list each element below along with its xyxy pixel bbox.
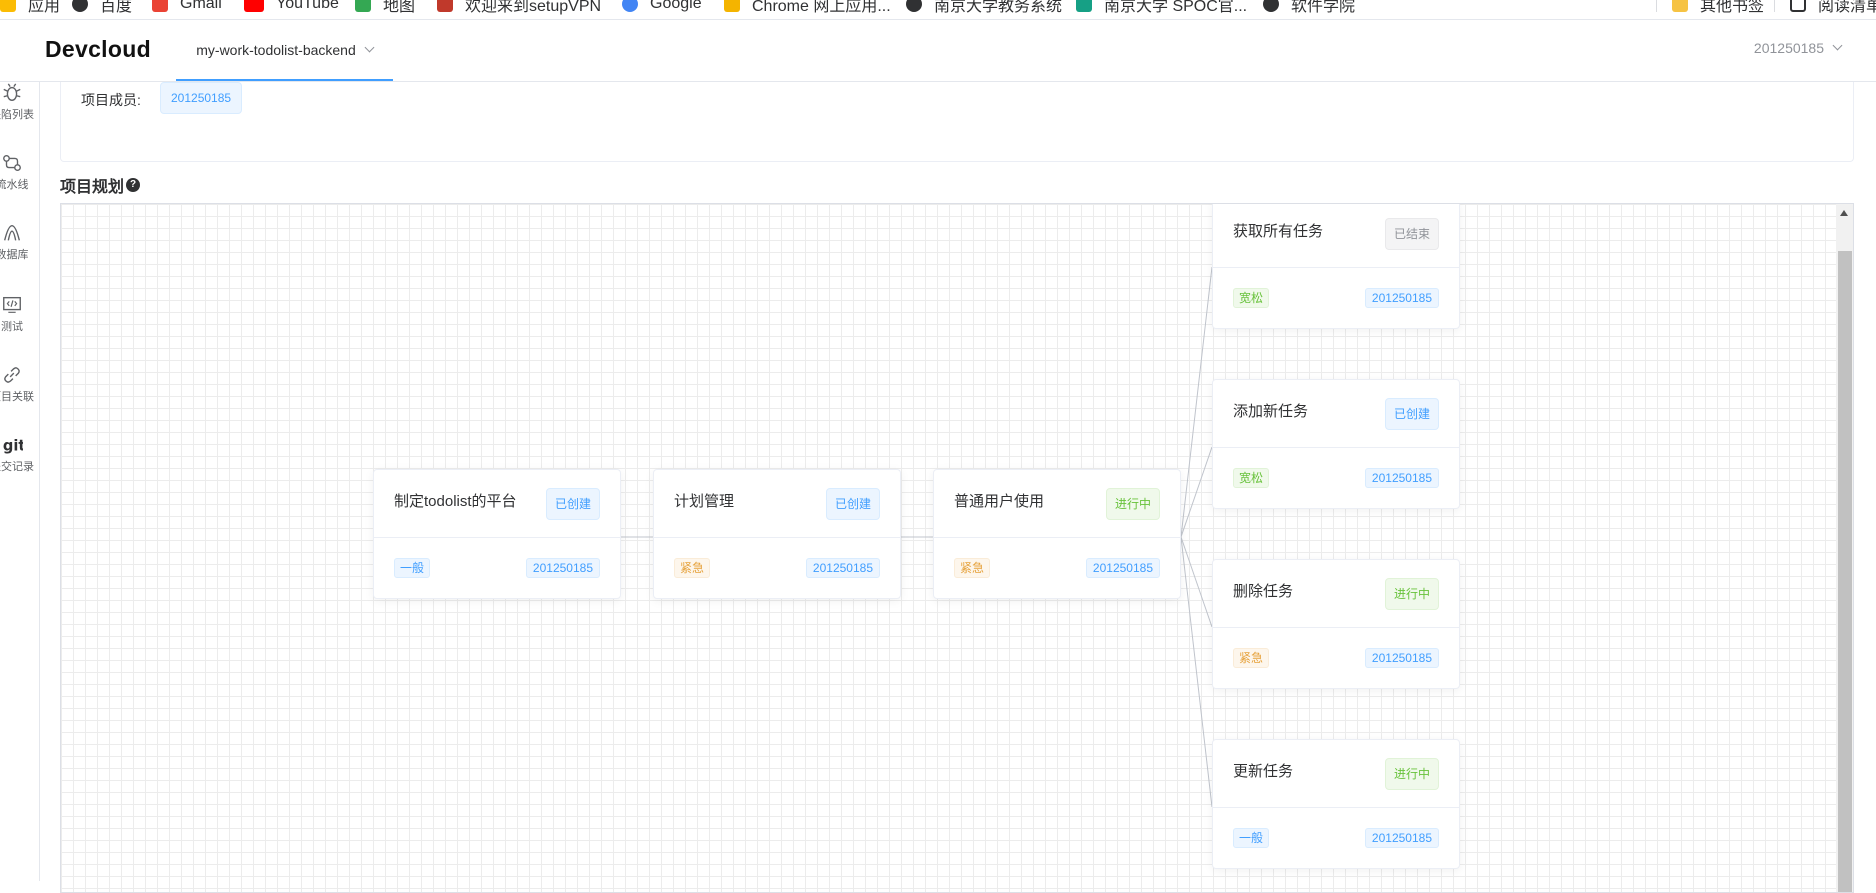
status-badge: 进行中 xyxy=(1384,578,1439,610)
node-title: 更新任务 xyxy=(1233,763,1294,780)
status-badge: 已结束 xyxy=(1384,218,1439,250)
gmail-icon xyxy=(152,0,168,12)
owner-tag: 201250185 xyxy=(1364,828,1439,848)
chrome-store-icon xyxy=(724,0,740,12)
priority-tag: 宽松 xyxy=(1233,468,1270,488)
bookmark-chrome-store[interactable]: Chrome 网上应用... xyxy=(724,0,891,15)
edge-user-to-add xyxy=(1180,446,1213,538)
sidebar-item-bugs[interactable]: 缺陷列表 xyxy=(0,82,38,122)
user-menu[interactable]: 201250185 xyxy=(1753,40,1843,56)
bookmark-youtube[interactable]: YouTube xyxy=(244,0,339,14)
folder-icon xyxy=(1672,0,1688,12)
edge-user-to-delete xyxy=(1180,536,1213,628)
link-icon xyxy=(4,367,20,383)
app-logo[interactable]: Devcloud xyxy=(45,36,151,63)
chevron-down-icon xyxy=(1832,40,1843,51)
owner-tag: 201250185 xyxy=(1085,558,1160,578)
plan-node[interactable]: 获取所有任务 已结束 宽松 201250185 xyxy=(1212,204,1460,329)
owner-tag: 201250185 xyxy=(1364,648,1439,668)
priority-tag: 紧急 xyxy=(1233,648,1270,668)
globe-icon xyxy=(1263,0,1279,12)
project-members-label: 项目成员: xyxy=(81,92,141,108)
pipeline-icon xyxy=(3,154,21,172)
google-icon xyxy=(622,0,638,12)
bookmark-gmail[interactable]: Gmail xyxy=(152,0,222,14)
plan-node[interactable]: 制定todolist的平台 已创建 一般 201250185 xyxy=(373,469,621,599)
sidebar-item-database[interactable]: 数据库 xyxy=(0,222,38,262)
project-members-card: 项目成员: 201250185 xyxy=(60,82,1854,162)
spoc-icon xyxy=(1076,0,1092,12)
plan-node[interactable]: 删除任务 进行中 紧急 201250185 xyxy=(1212,559,1460,689)
question-circle-icon[interactable]: ? xyxy=(126,178,141,192)
canvas-scrollbar[interactable] xyxy=(1836,204,1853,892)
owner-tag: 201250185 xyxy=(1364,468,1439,488)
priority-tag: 紧急 xyxy=(674,558,711,578)
plan-node[interactable]: 普通用户使用 进行中 紧急 201250185 xyxy=(933,469,1181,599)
scroll-up-arrow-icon[interactable] xyxy=(1840,210,1848,216)
edge-user-to-getall xyxy=(1180,266,1213,538)
user-name: 201250185 xyxy=(1753,40,1824,56)
bookmark-nju-spoc[interactable]: 南京大学 SPOC官... xyxy=(1076,0,1247,15)
owner-tag: 201250185 xyxy=(525,558,600,578)
plan-node[interactable]: 更新任务 进行中 一般 201250185 xyxy=(1212,739,1460,869)
node-title: 添加新任务 xyxy=(1233,403,1309,420)
bookmark-google[interactable]: Google xyxy=(622,0,702,14)
app-header: Devcloud my-work-todolist-backend 201250… xyxy=(0,20,1876,82)
priority-tag: 紧急 xyxy=(954,558,991,578)
site-icon xyxy=(437,0,453,12)
bookmarks-divider xyxy=(1774,0,1775,12)
scrollbar-thumb[interactable] xyxy=(1838,251,1852,892)
sidebar-item-pipeline[interactable]: 流水线 xyxy=(0,152,38,192)
status-badge: 已创建 xyxy=(1384,398,1439,430)
bookmark-reading-list[interactable]: 阅读清单 xyxy=(1790,0,1876,15)
node-title: 制定todolist的平台 xyxy=(394,493,517,510)
bookmark-apps[interactable]: 应用 xyxy=(0,0,60,15)
maps-icon xyxy=(355,0,371,12)
database-icon xyxy=(3,224,21,241)
planning-canvas[interactable]: 制定todolist的平台 已创建 一般 201250185 计划管理 已创建 … xyxy=(60,203,1854,893)
reading-list-icon xyxy=(1790,0,1806,12)
owner-tag: 201250185 xyxy=(1364,288,1439,308)
youtube-icon xyxy=(244,0,264,12)
project-name: my-work-todolist-backend xyxy=(196,41,356,58)
member-tag: 201250185 xyxy=(160,82,243,114)
edge-user-to-update xyxy=(1180,536,1213,808)
code-icon xyxy=(3,296,21,313)
status-badge: 已创建 xyxy=(825,488,880,520)
project-selector[interactable]: my-work-todolist-backend xyxy=(176,20,393,81)
sidebar: 缺陷列表 流水线 数据库 测试 项目关联 git 提交记录 xyxy=(0,82,40,881)
plan-node[interactable]: 计划管理 已创建 紧急 201250185 xyxy=(653,469,901,599)
plan-node[interactable]: 添加新任务 已创建 宽松 201250185 xyxy=(1212,379,1460,509)
status-badge: 已创建 xyxy=(545,488,600,520)
node-title: 获取所有任务 xyxy=(1233,223,1324,240)
bookmark-maps[interactable]: 地图 xyxy=(355,0,415,15)
priority-tag: 一般 xyxy=(1233,828,1270,848)
node-title: 计划管理 xyxy=(674,493,735,510)
sidebar-item-commits[interactable]: git 提交记录 xyxy=(0,434,38,474)
globe-icon xyxy=(906,0,922,12)
status-badge: 进行中 xyxy=(1105,488,1160,520)
svg-text:git: git xyxy=(3,438,23,455)
priority-tag: 一般 xyxy=(394,558,431,578)
git-icon: git xyxy=(3,438,23,455)
sidebar-item-project-link[interactable]: 项目关联 xyxy=(0,364,38,404)
bookmark-setupvpn[interactable]: 欢迎来到setupVPN xyxy=(437,0,601,15)
owner-tag: 201250185 xyxy=(805,558,880,578)
bug-icon xyxy=(3,83,21,102)
bookmark-baidu[interactable]: 百度 xyxy=(72,0,132,15)
bookmark-software-college[interactable]: 软件学院 xyxy=(1263,0,1355,15)
node-title: 删除任务 xyxy=(1233,583,1294,600)
bookmark-other[interactable]: 其他书签 xyxy=(1672,0,1764,15)
bookmarks-bar: 应用 百度 Gmail YouTube 地图 欢迎来到setupVPN Goog… xyxy=(0,0,1876,20)
node-title: 普通用户使用 xyxy=(954,493,1045,510)
bookmark-nju-jwxt[interactable]: 南京大学教务系统 xyxy=(906,0,1062,15)
chevron-down-icon xyxy=(364,42,375,52)
apps-grid-icon xyxy=(0,0,16,12)
sidebar-item-test[interactable]: 测试 xyxy=(0,294,38,334)
status-badge: 进行中 xyxy=(1384,758,1439,790)
priority-tag: 宽松 xyxy=(1233,288,1270,308)
globe-icon xyxy=(72,0,88,12)
bookmarks-divider xyxy=(1656,0,1657,12)
project-planning-title: 项目规划 ? xyxy=(60,173,141,197)
